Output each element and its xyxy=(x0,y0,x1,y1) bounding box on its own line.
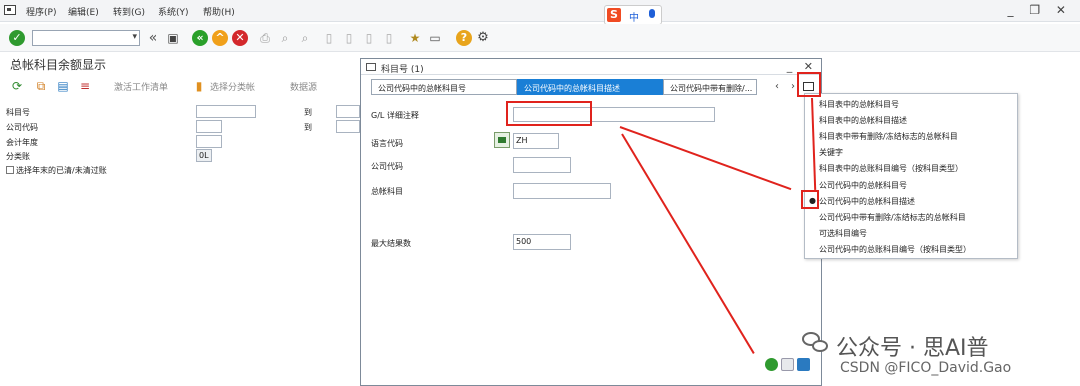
menu-help[interactable]: 帮助(H) xyxy=(203,5,235,18)
highlight-box-longtext xyxy=(506,101,592,126)
language-code-label: 语言代码 xyxy=(371,139,403,148)
popup-item[interactable]: 科目表中的总账科目编号（按科目类型） xyxy=(819,163,963,174)
popup-item[interactable]: 公司代码中带有删除/冻结标志的总帐科目 xyxy=(819,212,966,223)
command-field[interactable]: ▾ xyxy=(32,30,140,46)
menu-bar: 程序(P) 编辑(E) 转到(G) 系统(Y) 帮助(H) _ ❐ ✕ xyxy=(0,0,1080,22)
fiscal-year-label: 会计年度 xyxy=(6,138,38,147)
company-code-dialog-input[interactable] xyxy=(513,157,571,173)
menu-edit[interactable]: 编辑(E) xyxy=(68,5,99,18)
ime-mode[interactable]: 中 xyxy=(629,9,639,24)
ledger-input[interactable]: 0L xyxy=(196,149,212,162)
back-icon[interactable]: « xyxy=(192,30,208,46)
next-page-icon[interactable]: ▯ xyxy=(362,30,376,46)
last-page-icon[interactable]: ▯ xyxy=(382,30,396,46)
language-code-input[interactable]: ZH xyxy=(513,133,559,149)
fiscal-year-input[interactable] xyxy=(196,135,222,148)
company-code-to-label: 到 xyxy=(304,123,312,132)
double-left-icon[interactable]: « xyxy=(146,30,160,46)
tab-gl-account-number[interactable]: 公司代码中的总帐科目号 xyxy=(371,79,517,95)
ledger-icon: ▮ xyxy=(195,79,203,93)
popup-item[interactable]: 关键字 xyxy=(819,147,843,158)
tab-gl-account-description[interactable]: 公司代码中的总帐科目描述 xyxy=(517,79,663,95)
find-next-icon[interactable]: ⌕ xyxy=(298,30,312,46)
account-number-to-label: 到 xyxy=(304,108,312,117)
confirm-icon[interactable] xyxy=(765,358,778,371)
tab-prev-icon[interactable]: ‹ xyxy=(775,81,779,92)
enter-check-icon[interactable]: ✓ xyxy=(9,30,25,46)
company-code-to-input[interactable] xyxy=(336,120,360,133)
search-help-popup-list: 科目表中的总帐科目号 科目表中的总帐科目描述 科目表中带有删除/冻结标志的总帐科… xyxy=(804,93,1018,259)
highlight-box-tablist xyxy=(797,72,821,97)
popup-item[interactable]: 科目表中的总帐科目描述 xyxy=(819,115,907,126)
tab-next-icon[interactable]: › xyxy=(791,81,795,92)
wechat-logo-icon xyxy=(802,332,830,356)
select-ledger-button[interactable]: 选择分类帐 xyxy=(210,80,255,93)
window-controls[interactable]: _ ❐ ✕ xyxy=(1008,3,1072,17)
company-code-label: 公司代码 xyxy=(6,123,38,132)
gl-long-text-label: G/L 详细注释 xyxy=(371,111,419,120)
cancel-icon[interactable]: ✕ xyxy=(232,30,248,46)
year-end-checkbox-label: 选择年末的已清/未清过账 xyxy=(16,166,107,175)
page-title: 总帐科目余额显示 xyxy=(10,58,107,72)
ime-toolbar[interactable]: S 中 xyxy=(604,5,662,25)
microphone-icon[interactable] xyxy=(649,9,655,18)
menu-system[interactable]: 系统(Y) xyxy=(158,5,189,18)
chevron-down-icon[interactable]: ▾ xyxy=(132,32,137,42)
gl-account-input[interactable] xyxy=(513,183,611,199)
popup-item-selected[interactable]: 公司代码中的总帐科目描述 xyxy=(819,196,915,207)
ledger-label: 分类账 xyxy=(6,152,30,161)
menu-program[interactable]: 程序(P) xyxy=(26,5,56,18)
language-search-icon[interactable] xyxy=(494,132,510,148)
max-hits-input[interactable]: 500 xyxy=(513,234,571,250)
menu-goto[interactable]: 转到(G) xyxy=(113,5,145,18)
account-number-to-input[interactable] xyxy=(336,105,360,118)
selection-options-icon[interactable]: ≡ xyxy=(78,78,92,94)
popup-item[interactable]: 可选科目编号 xyxy=(819,228,867,239)
activate-worklist-button[interactable]: 激活工作清单 xyxy=(114,80,168,93)
watermark-source: CSDN @FICO_David.Gao xyxy=(840,360,1012,376)
save-icon[interactable]: ▣ xyxy=(166,30,180,46)
popup-item[interactable]: 科目表中的总帐科目号 xyxy=(819,99,899,110)
execute-icon[interactable]: ⟳ xyxy=(10,78,24,94)
exit-icon[interactable]: ^ xyxy=(212,30,228,46)
help-icon[interactable]: ? xyxy=(456,30,472,46)
popup-item[interactable]: 公司代码中的总帐科目号 xyxy=(819,180,907,191)
get-variant-icon[interactable]: ▤ xyxy=(56,78,70,94)
previous-page-icon[interactable]: ▯ xyxy=(342,30,356,46)
watermark-title: 公众号 · 思AI普 xyxy=(836,336,989,361)
tab-deletion-flag[interactable]: 公司代码中带有删除/... xyxy=(663,79,757,95)
close-dialog-icon[interactable] xyxy=(797,358,810,371)
dialog-window-icon xyxy=(366,63,376,71)
new-search-icon[interactable] xyxy=(781,358,794,371)
print-icon[interactable]: ⎙ xyxy=(258,30,272,46)
company-code-dialog-label: 公司代码 xyxy=(371,162,403,171)
find-icon[interactable]: ⌕ xyxy=(278,30,292,46)
settings-gear-icon[interactable]: ⚙ xyxy=(476,30,490,46)
first-page-icon[interactable]: ▯ xyxy=(322,30,336,46)
year-end-checkbox[interactable] xyxy=(6,166,14,174)
standard-toolbar: ✓ ▾ « ▣ « ^ ✕ ⎙ ⌕ ⌕ ▯ ▯ ▯ ▯ ★ ▭ ? ⚙ xyxy=(0,24,1080,52)
application-toolbar: ⟳ ⧉ ▤ ≡ 激活工作清单 ▮ 选择分类帐 数据源 xyxy=(0,74,360,98)
account-number-from-input[interactable] xyxy=(196,105,256,118)
popup-item[interactable]: 科目表中带有删除/冻结标志的总帐科目 xyxy=(819,131,958,142)
shortcut-icon[interactable]: ▭ xyxy=(428,30,442,46)
sogou-icon: S xyxy=(607,8,621,22)
popup-item[interactable]: 公司代码中的总账科目编号（按科目类型） xyxy=(819,244,971,255)
company-code-from-input[interactable] xyxy=(196,120,222,133)
create-session-icon[interactable]: ★ xyxy=(408,30,422,46)
sap-menu-icon[interactable] xyxy=(4,5,16,15)
max-hits-label: 最大结果数 xyxy=(371,239,411,248)
account-number-label: 科目号 xyxy=(6,108,30,117)
variant-icon[interactable]: ⧉ xyxy=(34,78,48,94)
dialog-title: 科目号 (1) xyxy=(381,65,424,75)
highlight-box-selected xyxy=(801,190,819,209)
dialog-title-bar: 科目号 (1) _ ✕ xyxy=(361,59,821,75)
gl-account-label: 总帐科目 xyxy=(371,187,403,196)
data-source-button[interactable]: 数据源 xyxy=(290,80,317,93)
dialog-tabs: 公司代码中的总帐科目号 公司代码中的总帐科目描述 公司代码中带有删除/... ‹… xyxy=(371,79,811,95)
